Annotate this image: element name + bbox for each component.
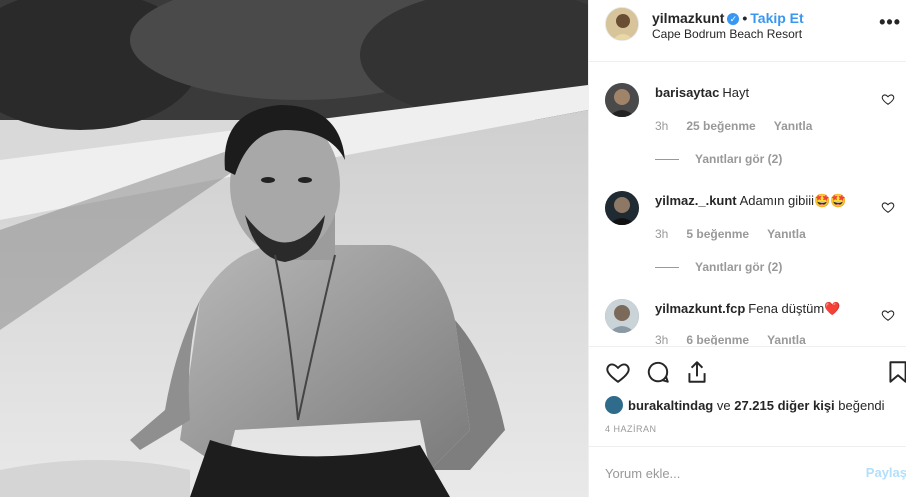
liker-username[interactable]: burakaltindag — [628, 398, 713, 413]
replies-divider-line — [655, 267, 679, 269]
comment-text: barisaytac Hayt — [655, 85, 749, 100]
likes-count[interactable]: 27.215 diğer kişi — [734, 398, 834, 413]
heart-icon[interactable] — [605, 359, 631, 385]
comment-username[interactable]: barisaytac — [655, 85, 719, 100]
comment-avatar[interactable] — [605, 83, 639, 117]
follow-button[interactable]: Takip Et — [750, 10, 803, 26]
comment-body: Hayt — [722, 85, 750, 100]
likes-connector: ve — [713, 398, 735, 413]
comment-avatar[interactable] — [605, 191, 639, 225]
view-replies-label: Yanıtları gör (2) — [695, 152, 783, 166]
comment-time[interactable]: 3h — [655, 227, 668, 241]
comment-text: yilmaz._.kunt Adamın gibiii🤩🤩 — [655, 193, 846, 209]
comment-body: Adamın gibiii🤩🤩 — [739, 193, 847, 208]
view-replies-button[interactable]: Yanıtları gör (2) — [655, 152, 782, 166]
comments-list[interactable]: barisaytac Hayt 3h 25 beğenme Yanıtla Yanıt… — [589, 63, 906, 345]
likes-suffix: beğendi — [834, 398, 885, 413]
comment-reply-button[interactable]: Yanıtla — [774, 119, 813, 133]
more-options-icon[interactable]: ••• — [879, 12, 901, 33]
comment-meta: 3h 5 beğenme Yanıtla — [655, 227, 824, 241]
comment-like-heart-icon[interactable] — [881, 308, 895, 322]
comment-like-heart-icon[interactable] — [881, 200, 895, 214]
post-photo[interactable] — [0, 0, 588, 497]
bookmark-icon[interactable] — [885, 359, 906, 385]
author-username[interactable]: yilmazkunt — [652, 10, 724, 26]
post-actions-bar — [589, 346, 906, 392]
author-avatar[interactable] — [605, 7, 639, 41]
add-comment-section: Paylaş — [589, 446, 906, 497]
share-icon[interactable] — [684, 359, 710, 385]
comment-input[interactable] — [605, 463, 845, 483]
comment-reply-button[interactable]: Yanıtla — [767, 227, 806, 241]
post-date[interactable]: 4 HAZİRAN — [605, 424, 657, 434]
author-username-line: yilmazkunt ✓ • Takip Et — [652, 10, 804, 26]
comment-username[interactable]: yilmaz._.kunt — [655, 193, 737, 208]
comment-avatar[interactable] — [605, 299, 639, 333]
comment-like-count[interactable]: 5 beğenme — [686, 227, 749, 241]
post-location[interactable]: Cape Bodrum Beach Resort — [652, 27, 802, 41]
liker-avatar[interactable] — [605, 396, 623, 414]
comment-like-count[interactable]: 6 beğenme — [686, 333, 749, 345]
post-side-panel: yilmazkunt ✓ • Takip Et Cape Bodrum Beach R… — [588, 0, 906, 497]
post-comment-button[interactable]: Paylaş — [866, 465, 906, 480]
post-photo-image — [0, 0, 588, 497]
comment-time[interactable]: 3h — [655, 333, 668, 345]
comment-meta: 3h 6 beğenme Yanıtla — [655, 333, 824, 345]
comment-like-heart-icon[interactable] — [881, 92, 895, 106]
separator-dot: • — [742, 10, 748, 26]
verified-badge-icon: ✓ — [727, 13, 740, 25]
comment-time[interactable]: 3h — [655, 119, 668, 133]
comment-like-count[interactable]: 25 beğenme — [686, 119, 755, 133]
likes-summary: burakaltindag ve 27.215 diğer kişi beğen… — [605, 396, 885, 414]
comment-text: yilmazkunt.fcp Fena düştüm❤️ — [655, 301, 840, 317]
replies-divider-line — [655, 159, 679, 161]
post-header: yilmazkunt ✓ • Takip Et Cape Bodrum Beach R… — [589, 0, 906, 62]
comment-reply-button[interactable]: Yanıtla — [767, 333, 806, 345]
view-replies-label: Yanıtları gör (2) — [695, 260, 783, 274]
comment-body: Fena düştüm❤️ — [748, 301, 841, 316]
comment-username[interactable]: yilmazkunt.fcp — [655, 301, 745, 316]
comment-icon[interactable] — [645, 359, 671, 385]
view-replies-button[interactable]: Yanıtları gör (2) — [655, 260, 782, 274]
comment-meta: 3h 25 beğenme Yanıtla — [655, 119, 830, 133]
